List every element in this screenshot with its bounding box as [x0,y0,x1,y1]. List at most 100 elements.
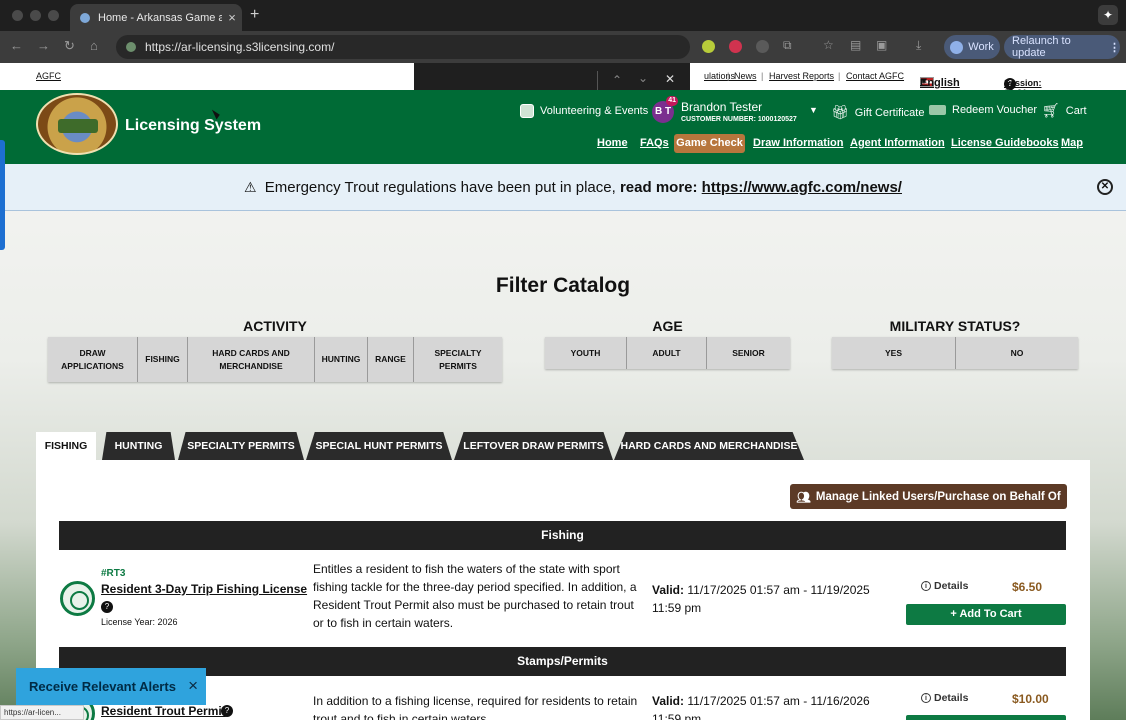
filter-fishing[interactable]: FISHING [138,337,188,382]
customer-number: CUSTOMER NUMBER: 1000120527 [681,116,797,123]
activity-filter-group: DRAW APPLICATIONS FISHING HARD CARDS AND… [48,337,502,382]
product-help-icon[interactable]: ? [221,705,233,717]
side-feedback-tab[interactable] [0,140,5,250]
relaunch-label: Relaunch to update [1012,35,1071,59]
filter-hunting[interactable]: HUNTING [315,337,368,382]
toast-close-icon[interactable]: × [188,676,198,696]
reload-icon[interactable]: ↻ [64,38,75,54]
details-link[interactable]: i Details [921,692,968,704]
valid-range: 11/17/2025 01:57 am - 11/19/2025 11:59 p… [652,583,870,615]
filter-military-yes[interactable]: YES [832,337,956,369]
filter-draw-applications[interactable]: DRAW APPLICATIONS [48,337,138,382]
sparkle-icon[interactable]: ✦ [1098,5,1118,25]
nav-draw-information[interactable]: Draw Information [753,137,843,149]
agfc-logo[interactable] [36,93,118,155]
cart-link[interactable]: 🛒︎ Cart [1042,102,1087,119]
extension-green-icon[interactable] [702,40,715,53]
profile-label: Work [968,41,994,53]
gift-certificate-label: Gift Certificate [854,106,925,119]
alert-close-icon[interactable]: ✕ [1097,179,1113,195]
site-info-icon[interactable] [126,42,136,52]
alert-read-more: read more: [619,179,698,196]
regulations-link[interactable]: ulations [704,71,735,81]
bookmark-star-icon[interactable]: ☆ [823,38,834,52]
product-name-link[interactable]: Resident 3-Day Trip Fishing License [101,582,307,596]
redeem-voucher-link[interactable]: Redeem Voucher [929,104,1037,116]
avatar[interactable]: B T 41 [652,96,678,123]
volunteer-icon [520,104,534,118]
filter-youth[interactable]: YOUTH [545,337,627,369]
profile-work-button[interactable]: Work [944,35,1000,59]
kebab-menu-icon[interactable]: ⋮ [1109,41,1120,54]
product-help-icon[interactable]: ? [101,601,113,613]
window-minimize-button[interactable] [30,10,41,21]
manage-linked-users-button[interactable]: 👥︎ Manage Linked Users/Purchase on Behal… [790,484,1067,509]
relaunch-button[interactable]: Relaunch to update ⋮ [1004,35,1120,59]
nav-home[interactable]: Home [597,137,628,149]
site-title[interactable]: Licensing System [125,117,261,135]
voucher-icon [929,105,946,115]
users-icon: 👥︎ [796,491,811,504]
tab-fishing[interactable]: FISHING [36,432,96,460]
reading-list-icon[interactable]: ▤ [850,38,861,52]
site-header: Licensing System Volunteering & Events B… [0,90,1126,164]
add-to-cart-label: Add To Cart [959,608,1022,620]
window-zoom-button[interactable] [48,10,59,21]
tab-leftover-draw-permits[interactable]: LEFTOVER DRAW PERMITS [454,432,613,460]
harvest-reports-link[interactable]: Harvest Reports [769,71,834,81]
nav-license-guidebooks[interactable]: License Guidebooks [951,137,1059,149]
add-to-cart-button[interactable]: + Add To Cart [906,604,1066,625]
tab-specialty-permits[interactable]: SPECIALTY PERMITS [178,432,304,460]
back-icon[interactable]: ← [10,38,23,53]
find-previous-icon[interactable]: ⌃ [612,73,622,87]
section-header-fishing: Fishing [59,521,1066,550]
extension-red-icon[interactable] [729,40,742,53]
caret-down-icon: ▼ [920,77,928,86]
browser-toolbar: ← → ↻ ⌂ https://ar-licensing.s3licensing… [0,31,1126,63]
user-menu-chevron-icon[interactable]: ▼ [809,105,818,115]
user-name[interactable]: Brandon Tester [681,100,762,114]
agfc-link[interactable]: AGFC [36,71,61,81]
new-tab-button[interactable]: + [250,6,259,24]
tab-hunting[interactable]: HUNTING [102,432,175,460]
nav-game-check[interactable]: Game Check [674,134,745,153]
extension-gray-icon[interactable] [756,40,769,53]
add-to-cart-button[interactable] [906,715,1066,720]
tab-search-icon[interactable]: ▣ [876,38,887,52]
receive-alerts-toast[interactable]: Receive Relevant Alerts × [16,668,206,705]
filter-specialty-permits[interactable]: SPECIALTY PERMITS [414,337,502,382]
find-close-icon[interactable]: ✕ [665,72,675,86]
info-icon: i [921,581,931,591]
filter-military-no[interactable]: NO [956,337,1078,369]
address-bar[interactable]: https://ar-licensing.s3licensing.com/ [116,35,690,59]
favicon-icon [80,12,90,23]
product-name-link[interactable]: Resident Trout Permit [101,704,226,718]
nav-faqs[interactable]: FAQs [640,137,669,149]
age-filter-title: AGE [652,318,683,334]
forward-icon[interactable]: → [37,38,50,53]
product-validity: Valid: 11/17/2025 01:57 am - 11/19/2025 … [652,581,887,617]
volunteering-events-link[interactable]: Volunteering & Events [520,104,648,118]
details-link[interactable]: i Details [921,580,968,592]
alert-news-link[interactable]: https://www.agfc.com/news/ [702,179,902,196]
nav-map[interactable]: Map [1061,137,1083,149]
home-icon[interactable]: ⌂ [90,38,98,53]
filter-adult[interactable]: ADULT [627,337,707,369]
contact-agfc-link[interactable]: Contact AGFC [846,71,904,81]
fish-icon [60,581,95,616]
download-icon[interactable]: ⤓ [916,38,921,53]
browser-tab[interactable]: Home - Arkansas Game and F × [70,4,242,31]
puzzle-icon[interactable]: ⧉ [783,38,792,53]
product-name: Resident Trout Permit [101,704,226,718]
close-tab-icon[interactable]: × [222,10,242,25]
filter-senior[interactable]: SENIOR [707,337,790,369]
news-link[interactable]: News [734,71,757,81]
tab-special-hunt-permits[interactable]: SPECIAL HUNT PERMITS [306,432,452,460]
filter-range[interactable]: RANGE [368,337,414,382]
tab-hard-cards-merchandise[interactable]: HARD CARDS AND MERCHANDISE [614,432,804,460]
nav-agent-information[interactable]: Agent Information [850,137,945,149]
find-next-icon[interactable]: ⌄ [638,71,648,85]
gift-certificate-link[interactable]: 🎁︎ Gift Certificate [831,104,924,121]
window-close-button[interactable] [12,10,23,21]
filter-hard-cards[interactable]: HARD CARDS AND MERCHANDISE [188,337,315,382]
